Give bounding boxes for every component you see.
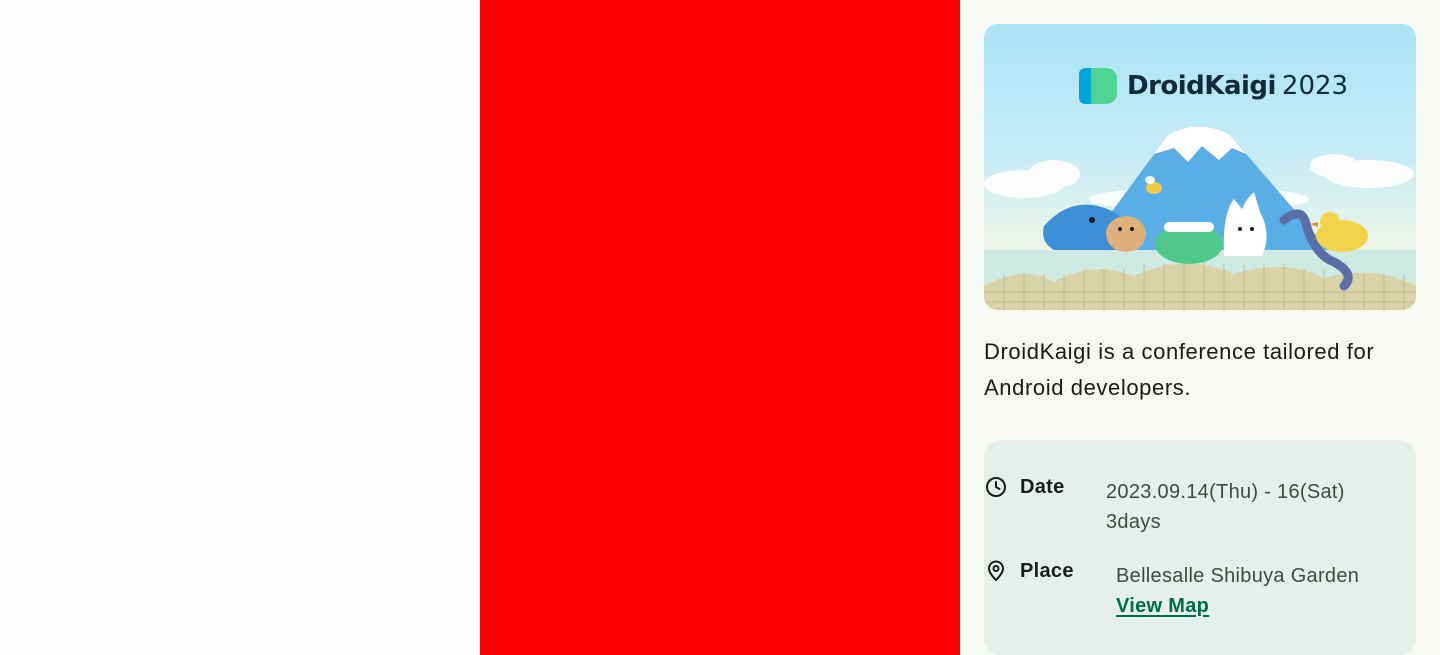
- brand-year: 2023: [1281, 71, 1349, 101]
- droidkaigi-logo-icon: [1079, 68, 1117, 104]
- place-value: Bellesalle Shibuya Garden View Map: [1116, 561, 1359, 621]
- conference-description: DroidKaigi is a conference tailored for …: [984, 339, 1375, 400]
- venue-name: Bellesalle Shibuya Garden: [1116, 565, 1360, 587]
- hero-wordmark: DroidKaigi 2023: [1127, 66, 1348, 106]
- location-pin-icon: [988, 560, 1004, 581]
- left-pane: [0, 0, 480, 655]
- clock-icon: [986, 477, 1006, 497]
- date-label: Date: [1020, 475, 1065, 498]
- place-row: Place: [984, 559, 1074, 583]
- app-root: DroidKaigi 2023 DroidKaigi is a conferen…: [0, 0, 1440, 655]
- brand-name: DroidKaigi: [1127, 71, 1276, 101]
- middle-pane: [480, 0, 960, 655]
- info-card: [984, 440, 1416, 655]
- date-range: 2023.09.14(Thu) - 16(Sat): [1106, 481, 1345, 503]
- view-map-link[interactable]: View Map: [1116, 591, 1359, 621]
- about-pane: DroidKaigi 2023 DroidKaigi is a conferen…: [960, 0, 1440, 655]
- mascot-frog: [1155, 222, 1223, 264]
- hero-banner: DroidKaigi 2023: [984, 24, 1416, 310]
- mascot-squirrel: [1106, 216, 1146, 252]
- place-label: Place: [1020, 559, 1074, 582]
- date-duration: 3days: [1106, 511, 1161, 533]
- date-row: Date: [984, 475, 1065, 499]
- date-value: 2023.09.14(Thu) - 16(Sat) 3days: [1106, 477, 1345, 537]
